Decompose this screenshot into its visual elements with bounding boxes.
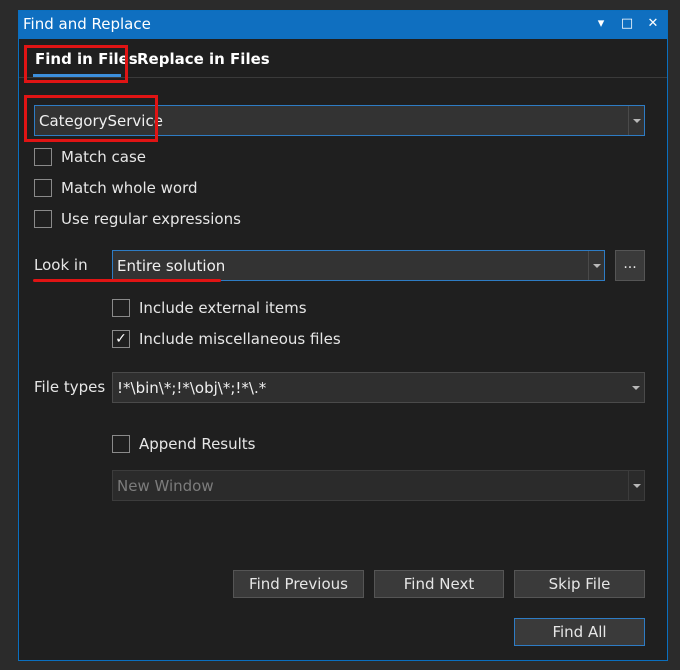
- include-misc-checkbox[interactable]: ✓: [112, 330, 130, 348]
- chevron-down-icon[interactable]: [628, 106, 644, 135]
- tab-replace-in-files[interactable]: Replace in Files: [137, 50, 270, 68]
- file-types-label: File types: [34, 378, 106, 396]
- match-case-checkbox[interactable]: [34, 148, 52, 166]
- chevron-down-icon: [628, 471, 644, 500]
- chevron-down-icon[interactable]: [588, 251, 604, 280]
- match-case-label: Match case: [61, 148, 147, 166]
- match-whole-word-option[interactable]: Match whole word: [34, 179, 198, 197]
- window-controls: ▾ □ ✕: [593, 15, 661, 33]
- checkmark-icon: ✓: [115, 331, 127, 347]
- regex-label: Use regular expressions: [61, 210, 241, 228]
- find-replace-window: Find and Replace ▾ □ ✕ Find in Files Rep…: [18, 10, 668, 661]
- highlight-box-search: [24, 95, 158, 142]
- result-window-value: New Window: [117, 476, 214, 495]
- append-results-label: Append Results: [139, 435, 256, 453]
- browse-button[interactable]: ...: [615, 250, 645, 281]
- append-results-option[interactable]: Append Results: [112, 435, 256, 453]
- highlight-box-tab: [24, 45, 128, 83]
- regex-checkbox[interactable]: [34, 210, 52, 228]
- maximize-icon[interactable]: □: [619, 15, 635, 33]
- look-in-value: Entire solution: [117, 256, 226, 275]
- result-window-combo: New Window: [112, 470, 645, 501]
- title-bar[interactable]: Find and Replace ▾ □ ✕: [19, 11, 667, 39]
- file-types-combo[interactable]: !*\bin\*;!*\obj\*;!*\.*: [112, 372, 645, 403]
- match-case-option[interactable]: Match case: [34, 148, 146, 166]
- include-misc-option[interactable]: ✓ Include miscellaneous files: [112, 330, 341, 348]
- regex-option[interactable]: Use regular expressions: [34, 210, 241, 228]
- file-types-value: !*\bin\*;!*\obj\*;!*\.*: [117, 378, 267, 397]
- dropdown-icon[interactable]: ▾: [593, 15, 609, 33]
- find-next-button[interactable]: Find Next: [374, 570, 504, 598]
- look-in-combo[interactable]: Entire solution: [112, 250, 605, 281]
- chevron-down-icon[interactable]: [628, 373, 644, 402]
- close-icon[interactable]: ✕: [645, 15, 661, 33]
- append-results-checkbox[interactable]: [112, 435, 130, 453]
- include-misc-label: Include miscellaneous files: [139, 330, 341, 348]
- match-whole-word-label: Match whole word: [61, 179, 198, 197]
- window-title: Find and Replace: [23, 15, 151, 33]
- include-external-option[interactable]: Include external items: [112, 299, 307, 317]
- find-previous-button[interactable]: Find Previous: [233, 570, 364, 598]
- highlight-underline-look-in: [33, 279, 221, 282]
- match-whole-word-checkbox[interactable]: [34, 179, 52, 197]
- include-external-label: Include external items: [139, 299, 307, 317]
- find-all-button[interactable]: Find All: [514, 618, 645, 646]
- skip-file-button[interactable]: Skip File: [514, 570, 645, 598]
- include-external-checkbox[interactable]: [112, 299, 130, 317]
- look-in-label: Look in: [34, 256, 88, 274]
